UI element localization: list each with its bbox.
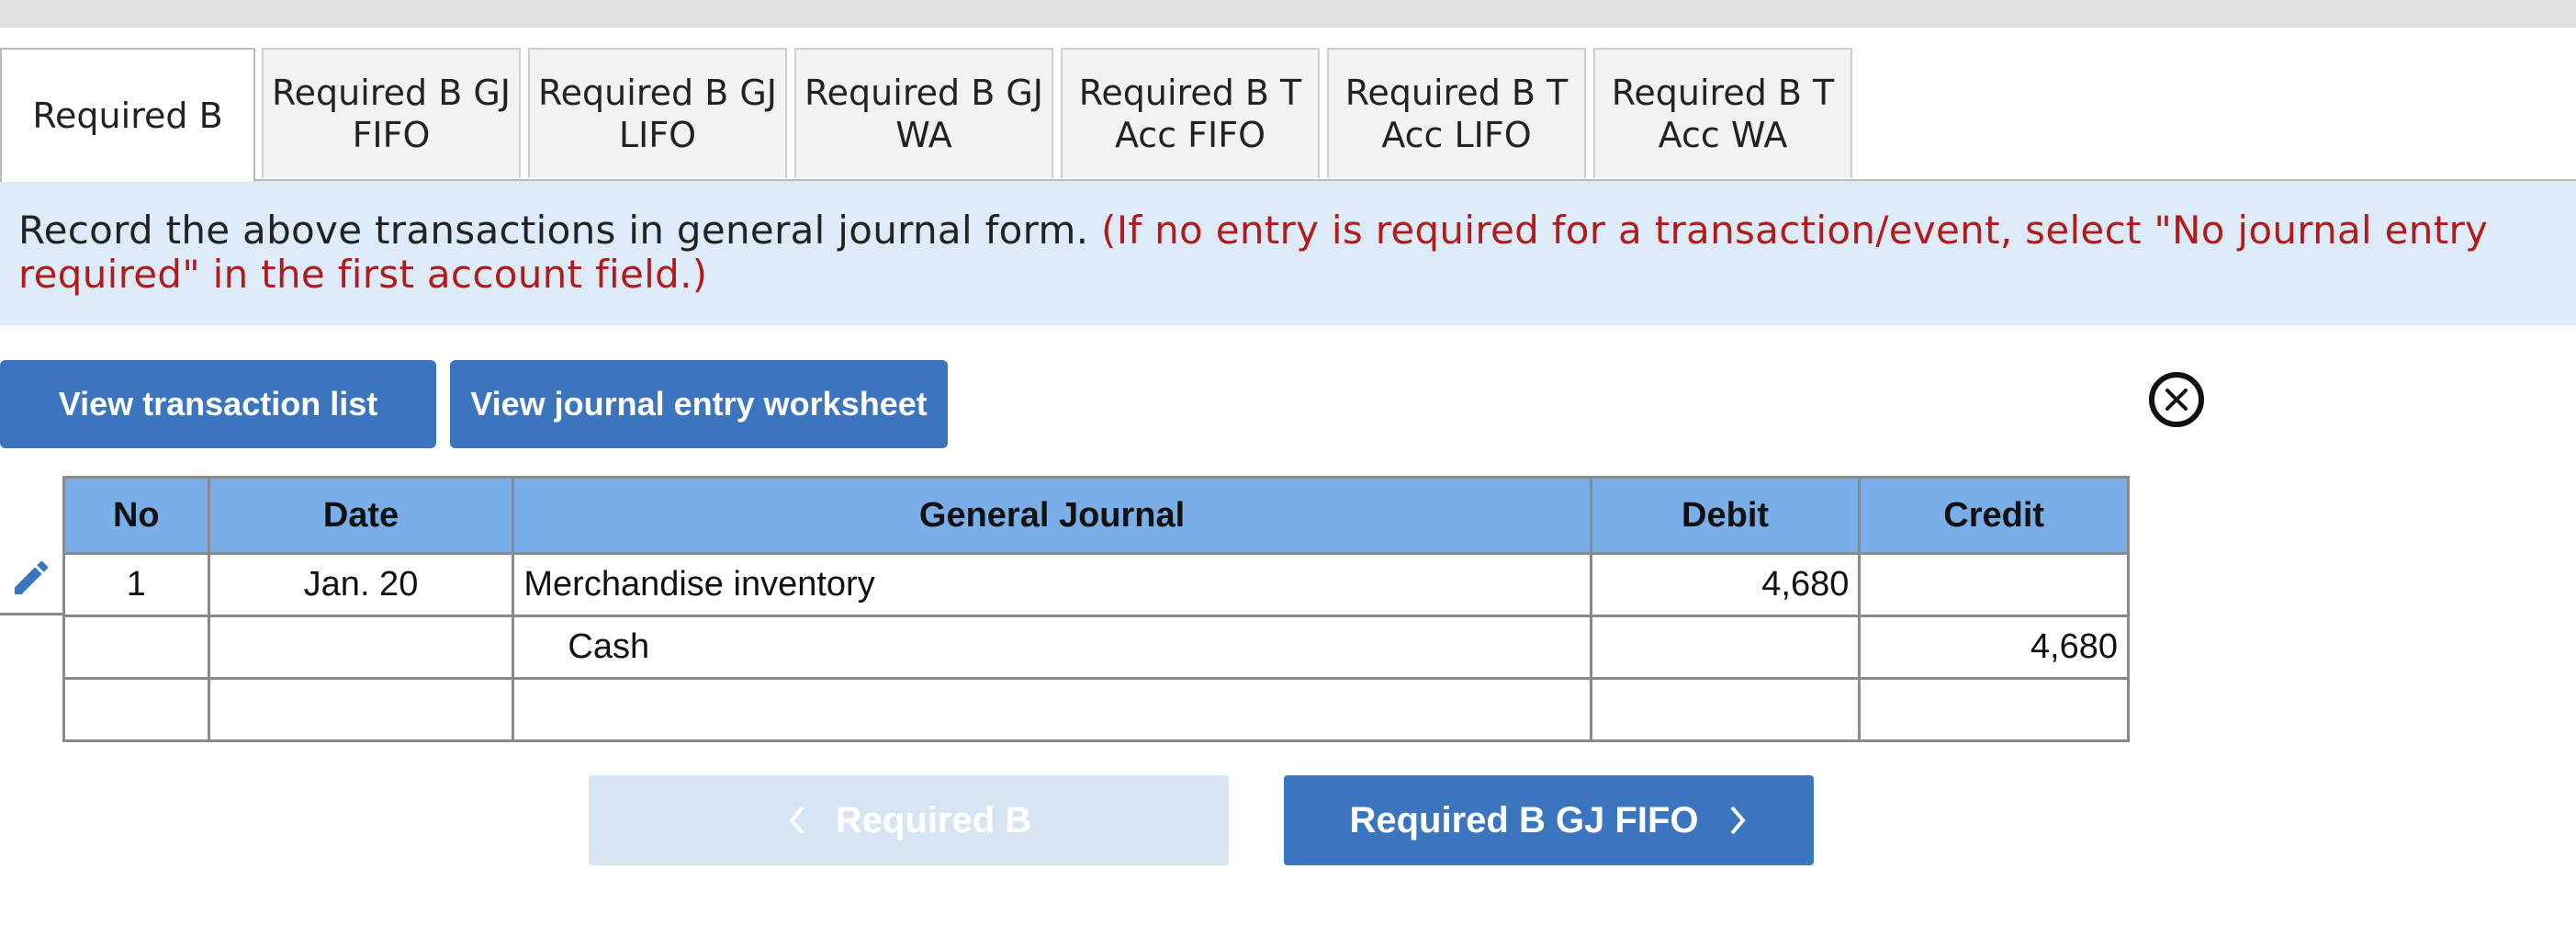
cell-credit: 4,680 <box>1858 615 2130 680</box>
tab-required-b[interactable]: Required B <box>0 48 255 182</box>
tab-required-b-gj-wa[interactable]: Required B GJ WA <box>794 48 1053 178</box>
cell-date <box>207 677 515 742</box>
tab-required-b-gj-fifo[interactable]: Required B GJ FIFO <box>262 48 521 178</box>
tab-required-b-t-acc-wa[interactable]: Required B T Acc WA <box>1593 48 1852 178</box>
tab-required-b-gj-lifo[interactable]: Required B GJ LIFO <box>528 48 787 178</box>
header-date: Date <box>207 476 515 555</box>
tab-label: Required B T Acc WA <box>1611 73 1835 155</box>
chevron-right-icon <box>1729 806 1746 835</box>
tab-label: Required B GJ LIFO <box>537 73 777 155</box>
x-mark-icon <box>2165 389 2188 411</box>
cell-account <box>512 677 1592 742</box>
table-row[interactable]: 1 Jan. 20 Merchandise inventory 4,680 <box>62 552 2130 617</box>
cell-date: Jan. 20 <box>207 552 515 617</box>
next-label: Required B GJ FIFO <box>1349 799 1699 841</box>
pencil-edit-icon[interactable] <box>9 556 53 600</box>
close-icon[interactable] <box>2149 372 2204 427</box>
tab-label: Required B GJ FIFO <box>271 73 511 155</box>
header-credit: Credit <box>1858 476 2130 555</box>
button-label: View journal entry worksheet <box>470 385 928 423</box>
table-row[interactable]: Cash 4,680 <box>62 615 2130 680</box>
tab-required-b-t-acc-fifo[interactable]: Required B T Acc FIFO <box>1061 48 1320 178</box>
header-general-journal: General Journal <box>512 476 1592 555</box>
cell-no <box>62 677 210 742</box>
instruction-text: Record the above transactions in general… <box>18 208 1089 253</box>
prev-required-b-button: Required B <box>589 775 1229 865</box>
cell-no: 1 <box>62 552 210 617</box>
cell-debit: 4,680 <box>1589 552 1862 617</box>
tab-label: Required B <box>32 96 223 136</box>
prev-label: Required B <box>835 799 1032 841</box>
chevron-left-icon <box>789 806 804 835</box>
button-label: View transaction list <box>58 385 378 423</box>
table-header-row: No Date General Journal Debit Credit <box>62 476 2130 555</box>
cell-debit <box>1589 677 1862 742</box>
cell-credit <box>1858 677 2130 742</box>
cell-no <box>62 615 210 680</box>
cell-account: Merchandise inventory <box>512 552 1592 617</box>
top-bar <box>0 0 2576 28</box>
cell-account: Cash <box>512 615 1592 680</box>
journal-table: No Date General Journal Debit Credit 1 J… <box>62 476 2130 742</box>
instruction-banner: Record the above transactions in general… <box>0 181 2576 325</box>
header-debit: Debit <box>1589 476 1862 555</box>
view-transaction-list-button[interactable]: View transaction list <box>0 360 436 448</box>
edit-row-connector <box>0 613 62 615</box>
tab-required-b-t-acc-lifo[interactable]: Required B T Acc LIFO <box>1327 48 1586 178</box>
table-row[interactable] <box>62 677 2130 742</box>
tab-label: Required B T Acc FIFO <box>1078 73 1302 155</box>
cell-credit <box>1858 552 2130 617</box>
tab-label: Required B T Acc LIFO <box>1344 73 1569 155</box>
next-required-b-gj-fifo-button[interactable]: Required B GJ FIFO <box>1284 775 1814 865</box>
cell-date <box>207 615 515 680</box>
view-journal-entry-worksheet-button[interactable]: View journal entry worksheet <box>450 360 948 448</box>
tab-label: Required B GJ WA <box>804 73 1043 155</box>
header-no: No <box>62 476 210 555</box>
cell-debit <box>1589 615 1862 680</box>
